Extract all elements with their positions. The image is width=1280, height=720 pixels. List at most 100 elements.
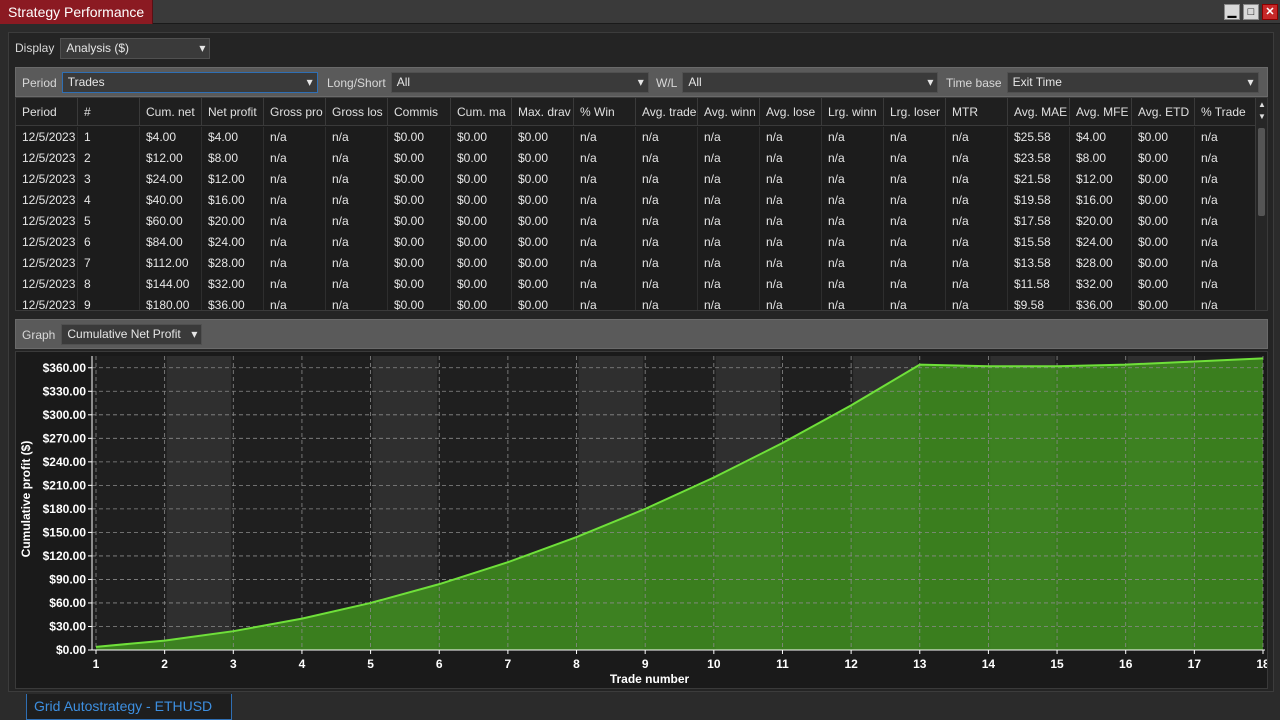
column-header[interactable]: Avg. MFE — [1070, 98, 1132, 126]
period-select[interactable]: Trades ▾ — [61, 72, 318, 93]
maximize-button[interactable]: □ — [1243, 4, 1259, 20]
table-cell: $144.00 — [140, 274, 202, 295]
table-cell: n/a — [884, 232, 946, 253]
table-cell: n/a — [760, 169, 822, 190]
scroll-down-icon[interactable]: ▼ — [1256, 112, 1267, 124]
chevron-down-icon: ▾ — [191, 327, 198, 341]
column-header[interactable]: Lrg. winn — [822, 98, 884, 126]
column-header[interactable]: Avg. MAE — [1008, 98, 1070, 126]
table-cell: $24.00 — [202, 232, 264, 253]
column-header[interactable]: Cum. net — [140, 98, 202, 126]
table-row[interactable]: 12/5/2023 5 $60.00 $20.00 n/a n/a $0.00 $0.00 $0… — [16, 211, 1257, 232]
graph-select[interactable]: Cumulative Net Profit ▾ — [61, 324, 203, 345]
table-cell: $0.00 — [1132, 169, 1195, 190]
strategy-performance-panel: Display Analysis ($) ▾ Period Trades ▾ L… — [8, 32, 1274, 692]
table-cell: $0.00 — [1132, 127, 1195, 148]
column-header[interactable]: Cum. ma — [451, 98, 512, 126]
time-base-select-value: Exit Time — [1012, 75, 1062, 89]
table-cell: n/a — [1195, 232, 1257, 253]
column-header[interactable]: Avg. trade — [636, 98, 698, 126]
column-header[interactable]: Commis — [388, 98, 451, 126]
column-header[interactable]: Avg. winn — [698, 98, 760, 126]
column-header[interactable]: Net profit — [202, 98, 264, 126]
table-cell: $0.00 — [512, 127, 574, 148]
period-label: Period — [22, 75, 57, 90]
table-row[interactable]: 12/5/2023 6 $84.00 $24.00 n/a n/a $0.00 $0.00 $0… — [16, 232, 1257, 253]
table-cell: n/a — [822, 274, 884, 295]
column-header[interactable]: Period — [16, 98, 78, 126]
display-select[interactable]: Analysis ($) ▾ — [60, 37, 211, 59]
table-row[interactable]: 12/5/2023 9 $180.00 $36.00 n/a n/a $0.00 $0.00 $… — [16, 295, 1257, 310]
table-cell: n/a — [822, 253, 884, 274]
x-tick-label: 2 — [161, 657, 168, 671]
column-header[interactable]: # — [78, 98, 140, 126]
table-cell: n/a — [884, 148, 946, 169]
wl-select[interactable]: All ▾ — [682, 72, 939, 93]
table-cell: $25.58 — [1008, 127, 1070, 148]
close-button[interactable]: ✕ — [1262, 4, 1278, 20]
column-header[interactable]: MTR — [946, 98, 1008, 126]
x-tick-label: 12 — [844, 657, 858, 671]
table-cell: n/a — [946, 169, 1008, 190]
table-cell: $0.00 — [1132, 232, 1195, 253]
table-cell: $0.00 — [388, 169, 451, 190]
grid-scrollbar[interactable]: ▲ ▼ — [1255, 98, 1267, 310]
minimize-button[interactable]: ▁ — [1224, 4, 1240, 20]
long-short-select[interactable]: All ▾ — [390, 72, 649, 93]
table-cell: 12/5/2023 — [16, 127, 78, 148]
grid-header: Period # Cum. net Net profit Gross pro Gross … — [16, 98, 1257, 126]
scroll-up-icon[interactable]: ▲ — [1256, 100, 1267, 112]
table-cell: n/a — [326, 274, 388, 295]
table-cell: $0.00 — [512, 148, 574, 169]
table-cell: 4 — [78, 190, 140, 211]
table-cell: $28.00 — [202, 253, 264, 274]
table-cell: n/a — [760, 190, 822, 211]
table-cell: n/a — [760, 127, 822, 148]
table-cell: n/a — [264, 274, 326, 295]
table-row[interactable]: 12/5/2023 4 $40.00 $16.00 n/a n/a $0.00 $0.00 $0… — [16, 190, 1257, 211]
table-cell: $0.00 — [1132, 295, 1195, 310]
table-cell: $0.00 — [388, 211, 451, 232]
table-cell: n/a — [698, 274, 760, 295]
table-cell: 1 — [78, 127, 140, 148]
table-row[interactable]: 12/5/2023 7 $112.00 $28.00 n/a n/a $0.00 $0.00 $… — [16, 253, 1257, 274]
table-row[interactable]: 12/5/2023 8 $144.00 $32.00 n/a n/a $0.00 $0.00 $… — [16, 274, 1257, 295]
table-cell: n/a — [1195, 127, 1257, 148]
column-header[interactable]: Lrg. loser — [884, 98, 946, 126]
table-cell: $0.00 — [388, 253, 451, 274]
table-cell: $0.00 — [388, 127, 451, 148]
column-header[interactable]: % Trade — [1195, 98, 1257, 126]
table-cell: $20.00 — [202, 211, 264, 232]
scroll-thumb[interactable] — [1258, 128, 1265, 216]
y-tick-label: $60.00 — [49, 596, 86, 610]
table-row[interactable]: 12/5/2023 3 $24.00 $12.00 n/a n/a $0.00 $0.00 $0… — [16, 169, 1257, 190]
table-cell: $112.00 — [140, 253, 202, 274]
table-row[interactable]: 12/5/2023 2 $12.00 $8.00 n/a n/a $0.00 $0.00 $0.… — [16, 148, 1257, 169]
table-cell: n/a — [822, 232, 884, 253]
table-cell: $20.00 — [1070, 211, 1132, 232]
column-header[interactable]: Max. drav — [512, 98, 574, 126]
table-cell: n/a — [760, 295, 822, 310]
column-header[interactable]: % Win — [574, 98, 636, 126]
column-header[interactable]: Gross pro — [264, 98, 326, 126]
strategy-tab[interactable]: Grid Autostrategy - ETHUSD — [26, 694, 232, 720]
table-cell: n/a — [1195, 211, 1257, 232]
y-tick-label: $180.00 — [43, 502, 87, 516]
table-cell: 9 — [78, 295, 140, 310]
y-axis-label: Cumulative profit ($) — [19, 441, 33, 558]
column-header[interactable]: Avg. lose — [760, 98, 822, 126]
column-header[interactable]: Gross los — [326, 98, 388, 126]
table-cell: $19.58 — [1008, 190, 1070, 211]
column-header[interactable]: Avg. ETD — [1132, 98, 1195, 126]
table-cell: n/a — [884, 211, 946, 232]
table-row[interactable]: 12/5/2023 1 $4.00 $4.00 n/a n/a $0.00 $0.00 $0.0… — [16, 127, 1257, 148]
chart-area: $0.00 $30.00 $60.00 $90.00 $120.00 $150.00 $18… — [15, 351, 1270, 689]
time-base-select[interactable]: Exit Time ▾ — [1006, 72, 1259, 93]
x-tick-label: 4 — [299, 657, 306, 671]
table-cell: n/a — [326, 211, 388, 232]
table-cell: n/a — [822, 148, 884, 169]
table-cell: $0.00 — [512, 169, 574, 190]
y-tick-label: $240.00 — [43, 455, 87, 469]
table-cell: n/a — [946, 274, 1008, 295]
y-tick-label: $90.00 — [49, 572, 86, 586]
